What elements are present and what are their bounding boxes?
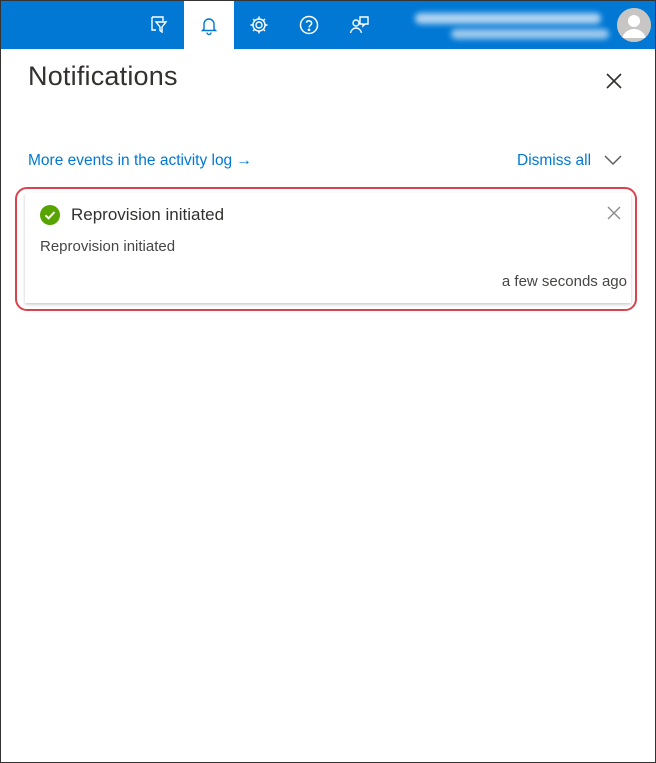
notification-timestamp: a few seconds ago (501, 273, 627, 290)
top-bar (1, 1, 655, 49)
dismiss-all-button[interactable]: Dismiss all (517, 152, 591, 170)
dismiss-notification-icon[interactable] (607, 206, 623, 222)
gear-icon[interactable] (234, 1, 284, 49)
success-check-icon (40, 205, 60, 225)
account-directory-blurred (451, 29, 609, 39)
account-info[interactable] (411, 10, 611, 42)
avatar[interactable] (617, 8, 651, 42)
bell-icon[interactable] (184, 1, 234, 49)
notification-title: Reprovision initiated (71, 205, 225, 224)
help-icon[interactable] (284, 1, 334, 49)
notifications-window: Notifications More events in the activit… (0, 0, 656, 763)
notification-body: Reprovision initiated (40, 238, 176, 255)
activity-log-link[interactable]: More events in the activity log → (28, 152, 252, 170)
directory-filter-icon[interactable] (134, 1, 184, 49)
notification-card[interactable]: Reprovision initiated Reprovision initia… (25, 193, 631, 303)
chevron-down-icon[interactable] (603, 153, 623, 169)
feedback-icon[interactable] (334, 1, 384, 49)
close-icon[interactable] (602, 69, 626, 93)
account-name-blurred (415, 13, 601, 24)
panel-title: Notifications (28, 61, 178, 91)
